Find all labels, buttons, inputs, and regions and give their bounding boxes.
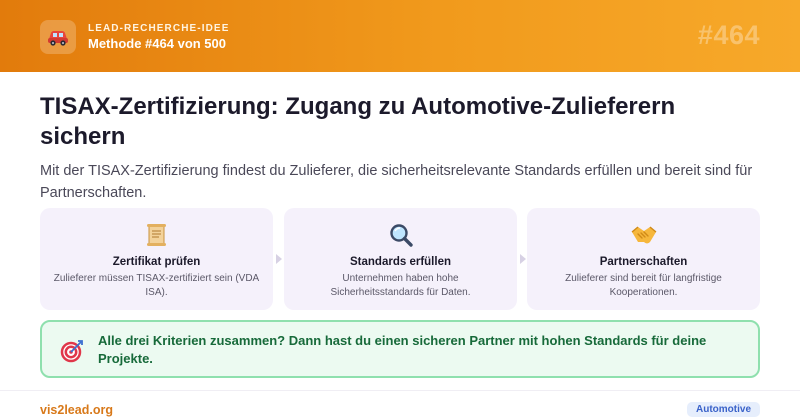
category-tag: Automotive	[687, 402, 760, 417]
brand-link[interactable]: vis2lead.org	[40, 403, 113, 417]
summary-callout: Alle drei Kriterien zusammen? Dann hast …	[40, 320, 760, 378]
step-title: Zertifikat prüfen	[112, 256, 201, 268]
header-kicker: LEAD-RECHERCHE-IDEE	[88, 23, 230, 34]
page-title: TISAX-Zertifizierung: Zugang zu Automoti…	[40, 93, 676, 150]
step-description: Unternehmen haben hohe Sicherheitsstanda…	[330, 273, 471, 298]
method-number-watermark: #464	[697, 20, 760, 50]
step-card-certificate: Zertifikat prüfen Zulieferer müssen TISA…	[40, 208, 273, 310]
handshake-icon	[631, 226, 656, 244]
step-description: Zulieferer sind bereit für langfristige …	[565, 273, 722, 298]
step-arrow	[520, 254, 526, 264]
scroll-icon	[146, 224, 166, 246]
footer: vis2lead.org Automotive	[0, 390, 800, 420]
step-title: Partnerschaften	[599, 256, 688, 268]
target-icon	[60, 340, 83, 363]
step-card-standards: Standards erfüllen Unternehmen haben hoh…	[284, 208, 517, 310]
logo-badge	[40, 20, 76, 54]
step-card-partnerships: Partnerschaften Zulieferer sind bereit f…	[527, 208, 760, 310]
step-title: Standards erfüllen	[350, 256, 451, 268]
step-arrow	[276, 254, 282, 264]
callout-text: Alle drei Kriterien zusammen? Dann hast …	[98, 333, 707, 366]
method-counter: Methode #464 von 500	[88, 36, 226, 51]
intro-text: Mit der TISAX-Zertifizierung findest du …	[40, 163, 753, 201]
step-description: Zulieferer müssen TISAX-zertifiziert sei…	[53, 273, 260, 298]
header-banner: LEAD-RECHERCHE-IDEE Methode #464 von 500…	[0, 0, 800, 72]
magnifier-icon	[389, 224, 413, 247]
car-icon	[48, 31, 68, 46]
